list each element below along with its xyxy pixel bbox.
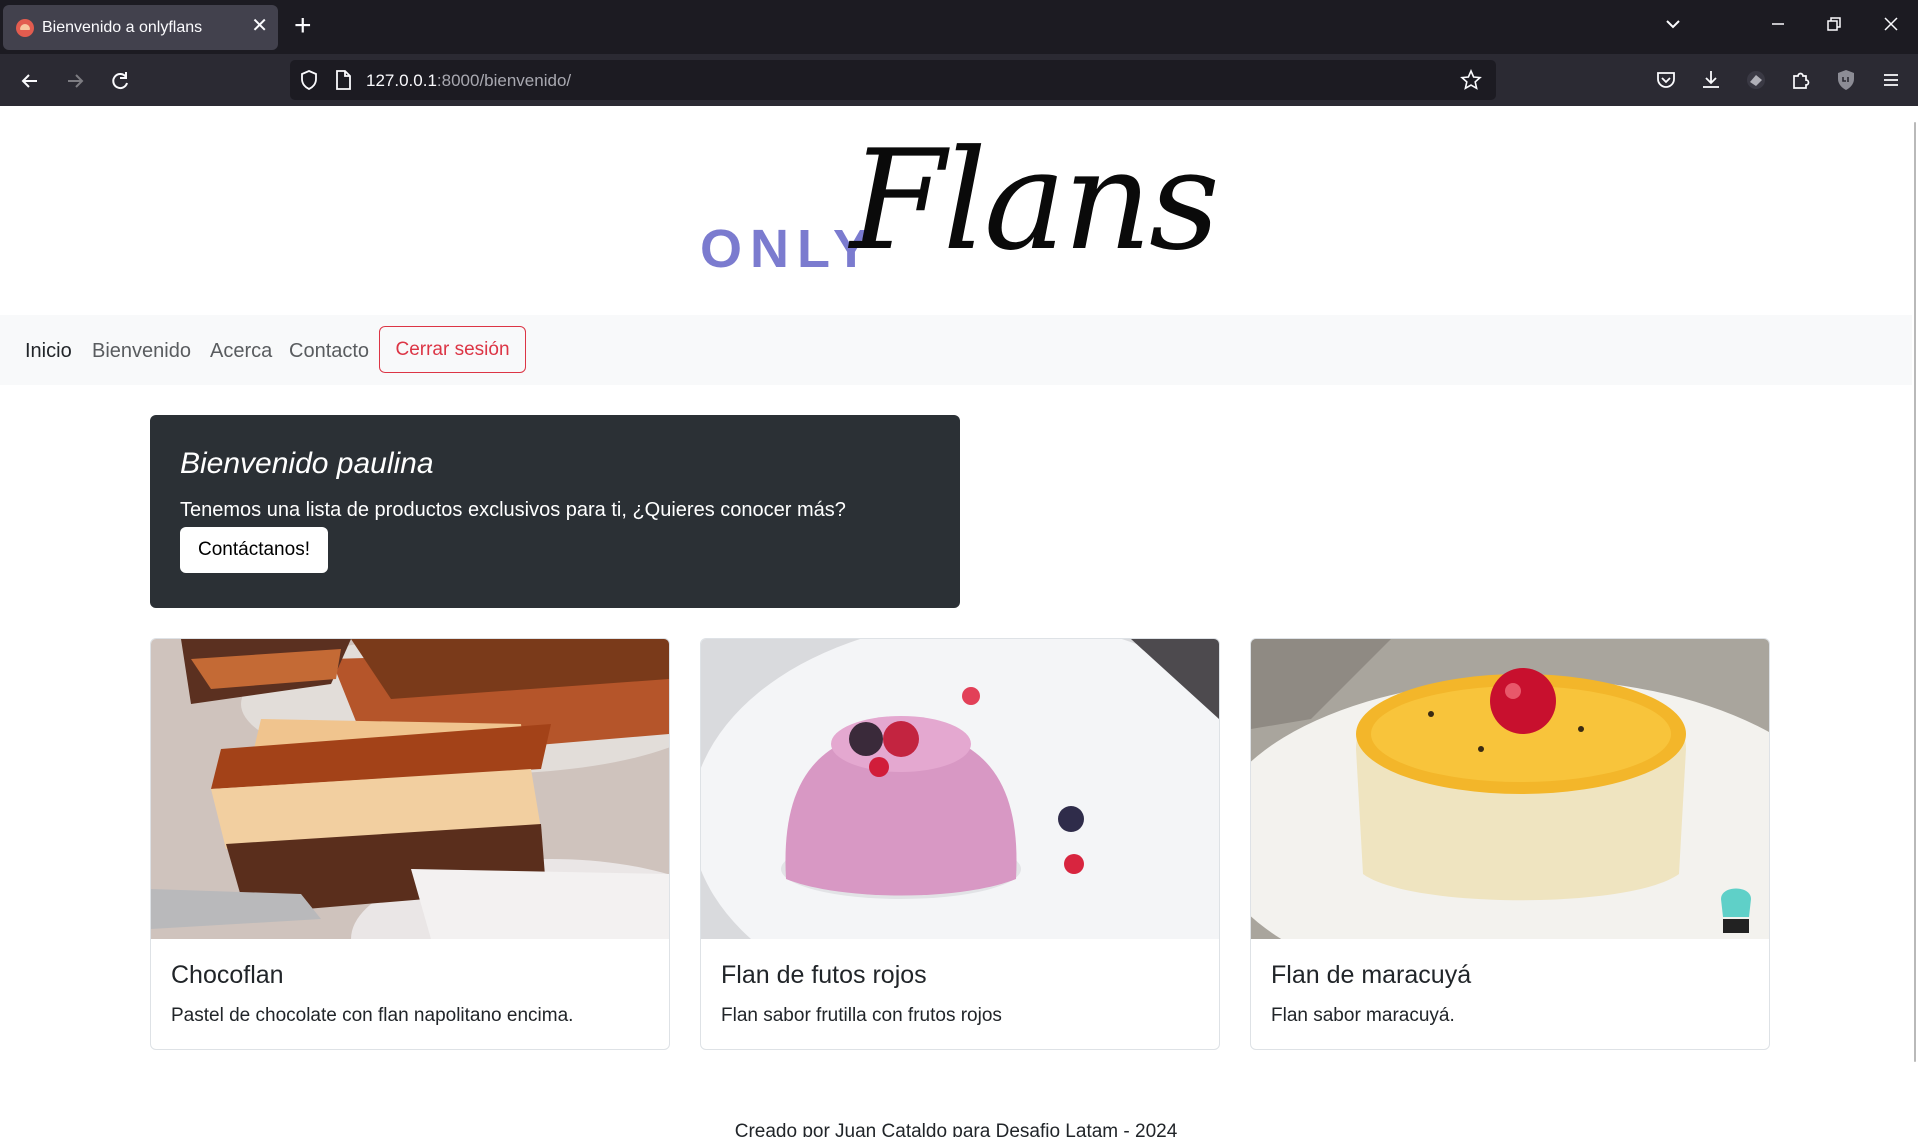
product-card-chocoflan[interactable]: Chocoflan Pastel de chocolate con flan n… <box>150 638 670 1050</box>
product-image-chocoflan <box>151 639 669 1019</box>
nav-link-contacto[interactable]: Contacto <box>289 340 369 363</box>
contact-button[interactable]: Contáctanos! <box>180 527 328 573</box>
menu-hamburger-icon[interactable] <box>1879 68 1903 92</box>
welcome-text: Tenemos una lista de productos exclusivo… <box>180 499 846 521</box>
browser-tab-bar: Bienvenido a onlyflans ✕ + <box>0 0 1918 54</box>
product-title: Flan de futos rojos <box>721 961 927 989</box>
product-title: Chocoflan <box>171 961 284 989</box>
ublock-shield-icon[interactable] <box>1834 68 1858 92</box>
product-description: Flan sabor maracuyá. <box>1271 1005 1455 1026</box>
extension-avatar-icon[interactable] <box>1744 68 1768 92</box>
bookmark-star-icon[interactable] <box>1460 68 1482 91</box>
url-host: 127.0.0.1 <box>366 71 437 90</box>
product-card-frutos-rojos[interactable]: Flan de futos rojos Flan sabor frutilla … <box>700 638 1220 1050</box>
welcome-title: Bienvenido paulina <box>180 447 434 480</box>
nav-link-inicio[interactable]: Inicio <box>25 340 72 363</box>
downloads-icon[interactable] <box>1699 68 1723 92</box>
url-path: :8000/bienvenido/ <box>436 71 572 90</box>
product-card-maracuya[interactable]: Flan de maracuyá Flan sabor maracuyá. <box>1250 638 1770 1050</box>
product-description: Pastel de chocolate con flan napolitano … <box>171 1005 574 1026</box>
reload-icon[interactable] <box>105 66 135 96</box>
favicon-icon <box>16 19 34 37</box>
nav-link-bienvenido[interactable]: Bienvenido <box>92 340 191 363</box>
new-tab-icon[interactable]: + <box>294 11 312 41</box>
product-image-frutos-rojos <box>701 639 1219 1019</box>
logout-button[interactable]: Cerrar sesión <box>379 326 526 373</box>
nav-link-acerca[interactable]: Acerca <box>210 340 272 363</box>
url-text: 127.0.0.1:8000/bienvenido/ <box>366 71 571 91</box>
minimize-icon[interactable] <box>1768 14 1788 38</box>
extensions-puzzle-icon[interactable] <box>1789 68 1813 92</box>
back-icon[interactable] <box>15 66 45 96</box>
pocket-icon[interactable] <box>1654 68 1678 92</box>
product-title: Flan de maracuyá <box>1271 961 1472 989</box>
tab-list-chevron-icon[interactable] <box>1663 14 1683 38</box>
browser-toolbar: 127.0.0.1:8000/bienvenido/ <box>0 54 1918 106</box>
site-navbar: Inicio Bienvenido Acerca Contacto Cerrar… <box>0 315 1912 385</box>
footer-text: Creado por Juan Cataldo para Desafio Lat… <box>734 1121 1178 1137</box>
product-description: Flan sabor frutilla con frutos rojos <box>721 1005 1002 1026</box>
forward-icon[interactable] <box>60 66 90 96</box>
page-scrollbar[interactable] <box>1912 106 1918 1066</box>
url-bar[interactable]: 127.0.0.1:8000/bienvenido/ <box>290 60 1496 100</box>
close-tab-icon[interactable]: ✕ <box>251 16 268 36</box>
product-image-maracuya <box>1251 639 1769 999</box>
page-info-icon[interactable] <box>332 69 354 91</box>
site-logo[interactable]: ONLY Flans <box>700 126 1240 286</box>
page-viewport: ONLY Flans Inicio Bienvenido Acerca Cont… <box>0 106 1918 1137</box>
shield-icon[interactable] <box>298 69 320 91</box>
restore-icon[interactable] <box>1824 14 1844 38</box>
browser-tab-active[interactable]: Bienvenido a onlyflans ✕ <box>3 5 278 50</box>
welcome-banner: Bienvenido paulina Tenemos una lista de … <box>150 415 960 608</box>
tab-title: Bienvenido a onlyflans <box>42 19 203 36</box>
close-window-icon[interactable] <box>1881 14 1901 38</box>
logo-flans-text: Flans <box>850 120 1220 281</box>
